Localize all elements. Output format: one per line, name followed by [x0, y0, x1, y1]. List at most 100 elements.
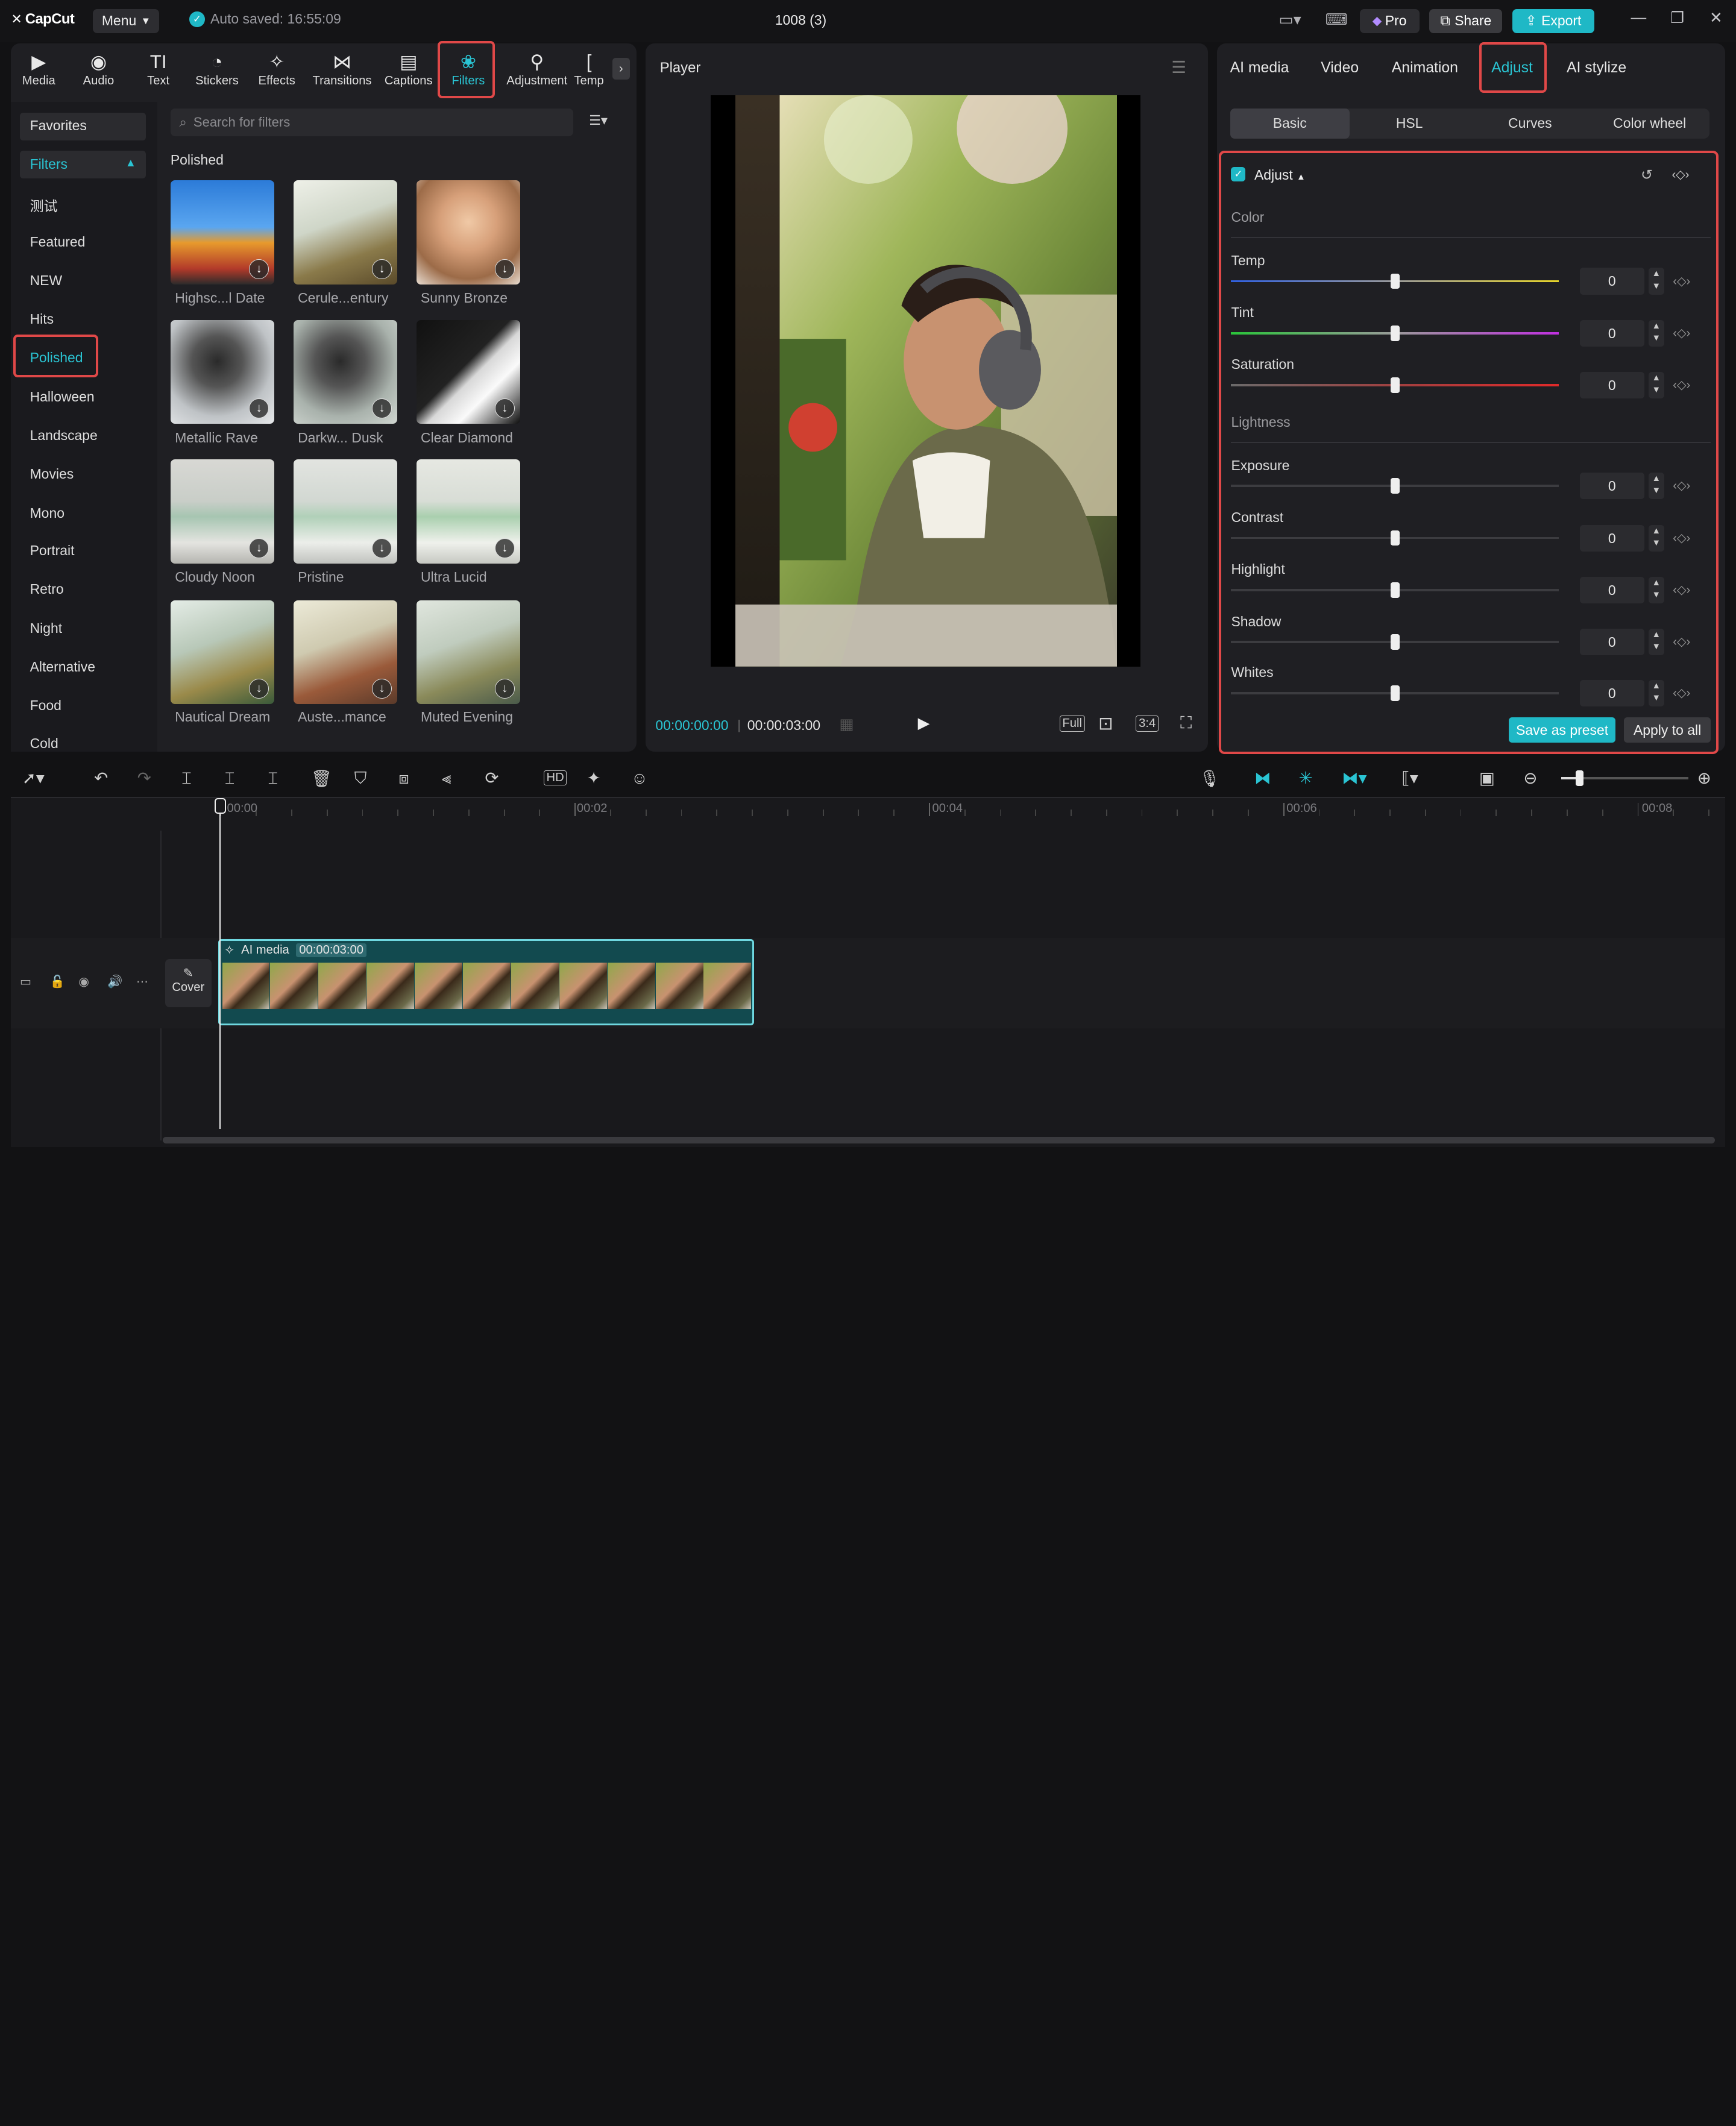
tint-slider-handle[interactable]	[1390, 325, 1400, 341]
filter-thumb[interactable]: ↓	[170, 180, 275, 285]
horizontal-scrollbar[interactable]	[162, 1137, 1716, 1144]
auto-snap-icon[interactable]: ⧓▾	[1342, 769, 1366, 788]
track-preview-icon[interactable]: ▭	[20, 974, 31, 989]
tab-transitions[interactable]: ⋈ Transitions	[312, 50, 372, 88]
sidebar-item-featured[interactable]: Featured	[30, 234, 86, 250]
sidebar-item-new[interactable]: NEW	[30, 272, 63, 289]
shadow-keyframe-icon[interactable]: ‹◇›	[1673, 634, 1690, 649]
layout-icon[interactable]: ▭▾	[1278, 11, 1301, 29]
adjust-section-title[interactable]: Adjust ▲	[1254, 167, 1306, 183]
filter-thumb[interactable]: ↓	[416, 180, 521, 285]
sidebar-item-food[interactable]: Food	[30, 697, 61, 714]
temp-slider-handle[interactable]	[1390, 273, 1400, 289]
sidebar-item-test[interactable]: 测试	[30, 195, 58, 215]
zoom-out-icon[interactable]: ⊖	[1523, 769, 1537, 788]
tab-media[interactable]: ▶ Media	[9, 50, 69, 88]
adjust-checkbox[interactable]: ✓	[1231, 167, 1246, 182]
sidebar-item-retro[interactable]: Retro	[30, 581, 64, 597]
sidebar-item-filters[interactable]: Filters ▲	[20, 150, 146, 178]
playhead[interactable]	[219, 801, 221, 1130]
temp-stepper[interactable]: ▲ ▼	[1648, 268, 1664, 295]
subtab-curves[interactable]: Curves	[1470, 109, 1590, 139]
fullscreen-icon[interactable]: ⛶	[1180, 713, 1192, 733]
saturation-value-input[interactable]: 0	[1580, 372, 1644, 399]
zoom-in-icon[interactable]: ⊕	[1697, 769, 1711, 788]
tab-ai-media[interactable]: AI media	[1230, 60, 1289, 77]
search-input[interactable]: ⌕ Search for filters	[170, 108, 574, 136]
highlight-keyframe-icon[interactable]: ‹◇›	[1673, 582, 1690, 597]
eye-icon[interactable]: ◉	[78, 974, 89, 989]
shadow-value-input[interactable]: 0	[1580, 629, 1644, 656]
highlight-value-input[interactable]: 0	[1580, 576, 1644, 603]
filter-thumb[interactable]: ↓	[170, 600, 275, 705]
filter-thumb[interactable]: ↓	[293, 319, 398, 424]
share-button[interactable]: ⧉ Share	[1429, 8, 1503, 34]
select-tool-icon[interactable]: ➚▾	[22, 769, 45, 788]
tab-adjustment[interactable]: ⚲ Adjustment	[505, 50, 570, 88]
filter-thumb[interactable]: ↓	[170, 319, 275, 424]
restore-icon[interactable]: ❐	[1667, 9, 1687, 27]
link-clips-icon[interactable]: ⧓	[1254, 769, 1271, 788]
sidebar-item-favorites[interactable]: Favorites	[20, 113, 146, 141]
sidebar-item-cold[interactable]: Cold	[30, 735, 58, 752]
shadow-slider-handle[interactable]	[1390, 634, 1400, 650]
crop-icon[interactable]: ⧈	[398, 769, 409, 788]
hd-icon[interactable]: HD	[543, 770, 567, 786]
subtab-basic[interactable]: Basic	[1230, 108, 1350, 139]
redo-icon[interactable]: ↷	[137, 769, 151, 788]
lock-icon[interactable]: 🔓	[50, 974, 65, 989]
saturation-stepper[interactable]: ▲ ▼	[1648, 372, 1664, 399]
delete-icon[interactable]: 🗑	[311, 769, 332, 788]
filter-thumb[interactable]: ↓	[293, 459, 398, 564]
tint-stepper[interactable]: ▲ ▼	[1648, 319, 1664, 347]
highlight-slider-handle[interactable]	[1390, 582, 1400, 598]
sidebar-item-night[interactable]: Night	[30, 620, 63, 637]
keyframe-icon[interactable]: ‹◇›	[1672, 167, 1689, 182]
preview-image[interactable]	[735, 95, 1118, 667]
full-quality-button[interactable]: Full	[1059, 715, 1085, 732]
filter-thumb[interactable]: ↓	[416, 600, 521, 705]
contrast-stepper[interactable]: ▲ ▼	[1648, 524, 1664, 552]
tab-templates[interactable]: [Temp	[569, 50, 609, 88]
sidebar-item-hits[interactable]: Hits	[30, 311, 54, 327]
split-left-icon[interactable]: ⌶	[225, 769, 235, 788]
contrast-slider-handle[interactable]	[1390, 530, 1400, 546]
sidebar-item-movies[interactable]: Movies	[30, 466, 74, 482]
contrast-keyframe-icon[interactable]: ‹◇›	[1673, 530, 1690, 546]
filter-thumb[interactable]: ↓	[293, 600, 398, 705]
zoom-slider[interactable]	[1561, 770, 1688, 787]
whites-value-input[interactable]: 0	[1580, 679, 1644, 706]
tab-stickers[interactable]: ◔ Stickers	[187, 50, 247, 88]
temp-keyframe-icon[interactable]: ‹◇›	[1673, 274, 1690, 289]
apply-to-all-button[interactable]: Apply to all	[1624, 717, 1711, 743]
menu-icon[interactable]: ☰	[1171, 58, 1186, 77]
pro-button[interactable]: ◆ Pro	[1359, 8, 1420, 34]
exposure-value-input[interactable]: 0	[1580, 473, 1644, 500]
person-ai-icon[interactable]: ☺	[631, 769, 648, 788]
exposure-stepper[interactable]: ▲ ▼	[1648, 473, 1664, 500]
whites-stepper[interactable]: ▲ ▼	[1648, 679, 1664, 706]
aspect-ratio-button[interactable]: 3:4	[1136, 715, 1159, 732]
document-title[interactable]: 1008 (3)	[775, 12, 826, 28]
whites-slider-handle[interactable]	[1390, 685, 1400, 701]
tab-ai-stylize[interactable]: AI stylize	[1567, 60, 1626, 77]
captions-track-icon[interactable]: ▣	[1479, 769, 1495, 788]
tint-keyframe-icon[interactable]: ‹◇›	[1673, 326, 1690, 341]
tab-effects[interactable]: ✧ Effects	[247, 50, 307, 88]
keyboard-icon[interactable]: ⌨	[1326, 11, 1348, 29]
tint-value-input[interactable]: 0	[1580, 319, 1644, 347]
sort-filter-icon[interactable]: ☰▾	[589, 113, 608, 128]
sidebar-item-mono[interactable]: Mono	[30, 505, 64, 521]
subtab-hsl[interactable]: HSL	[1350, 109, 1469, 139]
tab-animation[interactable]: Animation	[1392, 60, 1458, 77]
rotate-icon[interactable]: ⟳	[485, 769, 498, 788]
close-icon[interactable]: ✕	[1706, 9, 1726, 27]
filter-thumb[interactable]: ↓	[416, 319, 521, 424]
filter-thumb[interactable]: ↓	[416, 459, 521, 564]
exposure-slider-handle[interactable]	[1390, 478, 1400, 494]
sidebar-item-alternative[interactable]: Alternative	[30, 659, 95, 675]
mirror-icon[interactable]: ⫷	[442, 769, 451, 788]
minimize-icon[interactable]: —	[1629, 9, 1649, 27]
sidebar-item-portrait[interactable]: Portrait	[30, 543, 75, 559]
tab-audio[interactable]: ◉ Audio	[69, 50, 128, 88]
